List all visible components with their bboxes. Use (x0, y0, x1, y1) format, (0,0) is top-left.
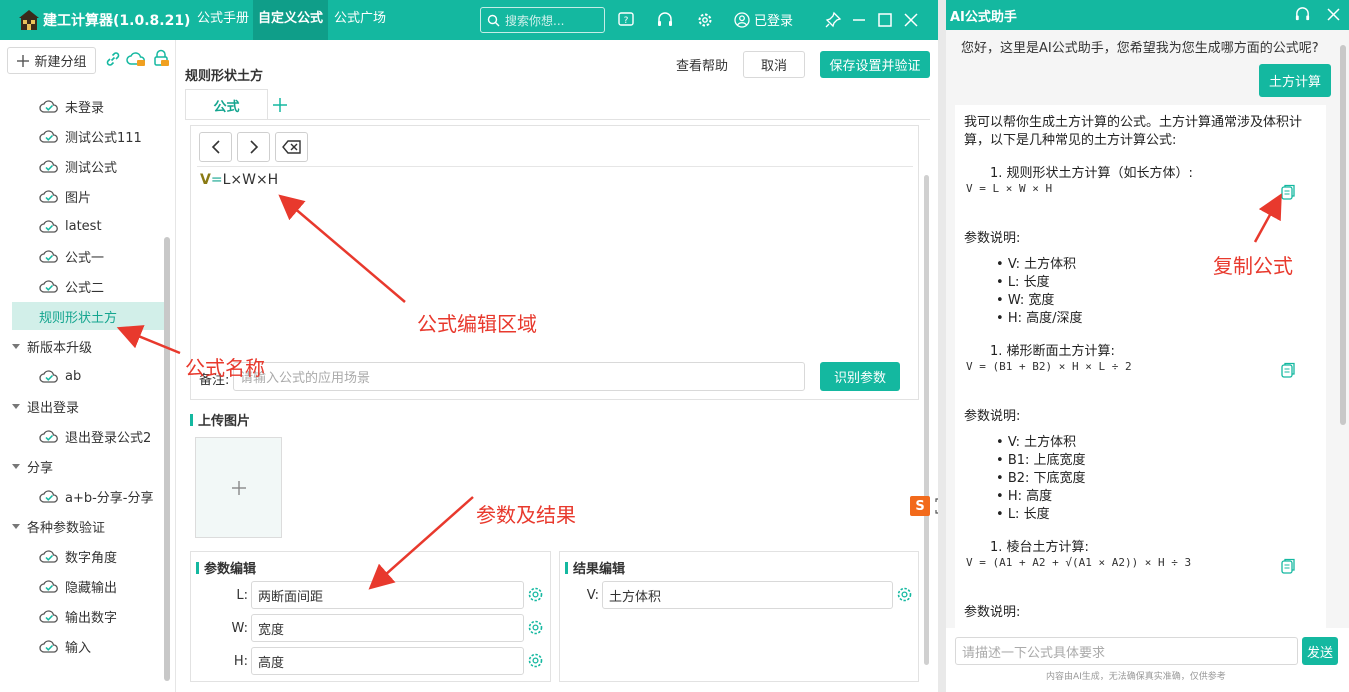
annotation-copy: 复制公式 (1213, 254, 1293, 278)
ai-param-item: • V: 土方体积 (996, 257, 1077, 272)
ai-param-item: • H: 高度 (996, 489, 1053, 504)
ai-param-list: • V: 土方体积 • L: 长度 • W: 宽度 • H: 高度/深度 (996, 256, 1082, 328)
ai-param-text: V: 土方体积 (1007, 257, 1077, 272)
ai-param-text: W: 宽度 (1007, 293, 1055, 308)
ai-param-text: L: 长度 (1007, 275, 1050, 290)
ai-param-text: B2: 下底宽度 (1007, 471, 1086, 486)
annotation-arrows (116, 194, 474, 590)
ai-param-list: • V: 土方体积 • B1: 上底宽度 • B2: 下底宽度 • H: 高度 … (996, 434, 1086, 524)
ai-formula: V = (A1 + A2 + √(A1 × A2)) × H ÷ 3 (966, 556, 1192, 569)
ai-param-text: V: 土方体积 (1007, 435, 1077, 450)
ai-param-text: H: 高度 (1007, 489, 1053, 504)
arrow-to-params (368, 496, 474, 590)
ai-param-title: 参数说明: (964, 409, 1021, 424)
ai-section-title: 1. 梯形断面土方计算: (990, 344, 1115, 359)
ai-disclaimer: 内容由AI生成，无法确保真实准确，仅供参考 (1046, 672, 1226, 682)
ai-response-intro: 我可以帮你生成土方计算的公式。土方计算通常涉及体积计算，以下是几种常见的土方计算… (964, 115, 1303, 148)
ai-param-title: 参数说明: (964, 605, 1021, 620)
ai-title: AI公式助手 (950, 10, 1017, 25)
copy-icon[interactable] (1281, 362, 1295, 378)
ai-param-item: • H: 高度/深度 (996, 311, 1083, 326)
ai-scrollbar[interactable] (1340, 45, 1346, 425)
ai-section-title: 1. 规则形状土方计算（如长方体）: (990, 166, 1193, 181)
annotation-editor: 公式编辑区域 (417, 312, 537, 336)
ai-param-text: L: 长度 (1007, 507, 1050, 522)
ai-formula: V = (B1 + B2) × H × L ÷ 2 (966, 360, 1132, 373)
ai-close-icon[interactable] (1326, 7, 1341, 22)
copy-icon[interactable] (1281, 558, 1295, 574)
arrow-to-editor (278, 194, 406, 303)
user-message-bubble: 土方计算 (1259, 64, 1331, 97)
ai-param-item: • L: 长度 (996, 507, 1050, 522)
ai-param-item: • L: 长度 (996, 275, 1050, 290)
ai-header: AI公式助手 (946, 0, 1349, 30)
ai-param-item: • V: 土方体积 (996, 435, 1077, 450)
ai-formula: V = L × W × H (966, 182, 1053, 195)
arrow-to-name (116, 325, 181, 355)
annotation-arrow-copy (1253, 193, 1282, 243)
annotation-params: 参数及结果 (476, 503, 576, 527)
send-button[interactable]: 发送 (1302, 637, 1338, 665)
annotation-name: 公式名称 (185, 356, 265, 380)
ai-param-item: • B1: 上底宽度 (996, 453, 1086, 468)
ai-param-item: • W: 宽度 (996, 293, 1055, 308)
panel-divider (938, 0, 946, 692)
ai-prompt-input[interactable]: 请描述一下公式具体要求 (955, 637, 1298, 665)
ai-param-text: H: 高度/深度 (1007, 311, 1083, 326)
ai-param-item: • B2: 下底宽度 (996, 471, 1086, 486)
ai-greeting: 您好，这里是AI公式助手，您希望我为您生成哪方面的公式呢? (961, 41, 1319, 56)
ai-section-title: 1. 棱台土方计算: (990, 540, 1089, 555)
ai-prompt-placeholder: 请描述一下公式具体要求 (962, 645, 1106, 661)
ai-param-text: B1: 上底宽度 (1007, 453, 1086, 468)
headset-icon[interactable] (1294, 6, 1311, 23)
ai-param-title: 参数说明: (964, 231, 1021, 246)
